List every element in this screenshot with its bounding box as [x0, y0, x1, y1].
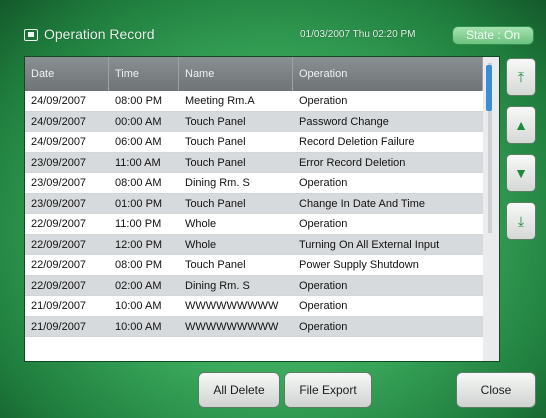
cell-name: Touch Panel — [185, 136, 246, 148]
state-badge[interactable]: State : On — [452, 26, 534, 45]
cell-date: 21/09/2007 — [31, 300, 87, 312]
cell-time: 10:00 AM — [115, 320, 162, 333]
cell-name: Dining Rm. S — [185, 177, 250, 189]
cell-name: Touch Panel — [185, 197, 246, 210]
datetime-display: 01/03/2007 Thu 02:20 PM — [300, 29, 416, 40]
cell-operation: Operation — [299, 95, 348, 107]
table-row[interactable]: 23/09/2007 01:00 PM Touch Panel Change In D… — [25, 193, 499, 214]
cell-date: 21/09/2007 — [31, 320, 87, 333]
cell-time: 08:00 PM — [115, 95, 163, 107]
cell-operation: Change In Date And Time — [299, 197, 425, 210]
cell-name: Touch Panel — [185, 259, 246, 271]
operation-record-screen: Operation Record 01/03/2007 Thu 02:20 PM… — [0, 0, 546, 418]
cell-time: 00:00 AM — [115, 115, 162, 128]
cell-name: Meeting Rm.A — [185, 95, 255, 107]
cell-date: 22/09/2007 — [31, 279, 87, 292]
table-scrollbar[interactable] — [483, 57, 499, 361]
file-export-button[interactable]: File Export — [284, 372, 372, 408]
cell-date: 24/09/2007 — [31, 95, 87, 107]
cell-operation: Operation — [299, 177, 348, 189]
cell-operation: Record Deletion Failure — [299, 136, 415, 148]
page-title: Operation Record — [44, 26, 155, 42]
cell-date: 23/09/2007 — [31, 156, 87, 169]
cell-operation: Operation — [299, 320, 348, 333]
column-header-time: Time — [109, 57, 179, 91]
table-row[interactable]: 24/09/2007 00:00 AM Touch Panel Password Ch… — [25, 111, 499, 132]
cell-time: 11:00 AM — [115, 156, 161, 169]
table-row[interactable]: 21/09/2007 10:00 AM WWWWWWWWW Operation — [25, 316, 499, 337]
cell-date: 22/09/2007 — [31, 259, 87, 271]
table-body: 24/09/2007 08:00 PM Meeting Rm.A Operation 2… — [25, 91, 499, 337]
cell-time: 12:00 PM — [115, 238, 163, 251]
cell-name: Touch Panel — [185, 115, 246, 128]
scroll-up-icon: ▲ — [514, 117, 528, 133]
screen-icon — [24, 29, 38, 41]
scrollbar-thumb[interactable] — [486, 65, 492, 111]
table-row[interactable]: 24/09/2007 06:00 AM Touch Panel Record Dele… — [25, 132, 499, 153]
cell-operation: Operation — [299, 218, 348, 230]
operation-record-table: Date Time Name Operation 24/09/2007 08:00… — [24, 56, 500, 362]
cell-time: 11:00 PM — [115, 218, 162, 230]
cell-date: 24/09/2007 — [31, 115, 87, 128]
cell-time: 10:00 AM — [115, 300, 162, 312]
scroll-down-button[interactable]: ▼ — [506, 154, 536, 192]
scroll-bottom-icon: ⤓ — [517, 213, 525, 229]
table-row[interactable]: 21/09/2007 10:00 AM WWWWWWWWW Operation — [25, 296, 499, 317]
cell-operation: Password Change — [299, 115, 389, 128]
cell-time: 08:00 PM — [115, 259, 163, 271]
cell-name: Whole — [185, 218, 217, 230]
scroll-down-icon: ▼ — [514, 165, 528, 181]
cell-date: 22/09/2007 — [31, 218, 87, 230]
scroll-bottom-button[interactable]: ⤓ — [506, 202, 536, 240]
cell-name: Dining Rm. S — [185, 279, 250, 292]
cell-name: Whole — [185, 238, 217, 251]
table-row[interactable]: 22/09/2007 02:00 AM Dining Rm. S Operation — [25, 275, 499, 296]
cell-operation: Error Record Deletion — [299, 156, 406, 169]
cell-name: WWWWWWWWW — [185, 320, 279, 333]
cell-operation: Turning On All External Input — [299, 238, 440, 251]
column-header-date: Date — [25, 57, 109, 91]
cell-time: 02:00 AM — [115, 279, 162, 292]
cell-operation: Operation — [299, 300, 348, 312]
table-row[interactable]: 22/09/2007 08:00 PM Touch Panel Power Suppl… — [25, 255, 499, 276]
table-header: Date Time Name Operation — [25, 57, 499, 91]
cell-name: Touch Panel — [185, 156, 246, 169]
table-row[interactable]: 22/09/2007 12:00 PM Whole Turning On All Ex… — [25, 234, 499, 255]
cell-time: 06:00 AM — [115, 136, 162, 148]
column-header-operation: Operation — [293, 57, 483, 91]
close-button[interactable]: Close — [456, 372, 536, 408]
cell-date: 22/09/2007 — [31, 238, 87, 251]
cell-operation: Operation — [299, 279, 348, 292]
column-header-name: Name — [179, 57, 293, 91]
table-row[interactable]: 23/09/2007 08:00 AM Dining Rm. S Operation — [25, 173, 499, 194]
cell-time: 01:00 PM — [115, 197, 163, 210]
cell-time: 08:00 AM — [115, 177, 162, 189]
table-row[interactable]: 24/09/2007 08:00 PM Meeting Rm.A Operation — [25, 91, 499, 112]
scroll-top-icon: ⤒ — [517, 69, 525, 85]
cell-name: WWWWWWWWW — [185, 300, 279, 312]
cell-date: 24/09/2007 — [31, 136, 87, 148]
scroll-up-button[interactable]: ▲ — [506, 106, 536, 144]
table-row[interactable]: 23/09/2007 11:00 AM Touch Panel Error Recor… — [25, 152, 499, 173]
scroll-top-button[interactable]: ⤒ — [506, 58, 536, 96]
cell-date: 23/09/2007 — [31, 197, 87, 210]
table-row[interactable]: 22/09/2007 11:00 PM Whole Operation — [25, 214, 499, 235]
cell-operation: Power Supply Shutdown — [299, 259, 419, 271]
cell-date: 23/09/2007 — [31, 177, 87, 189]
title-bar: Operation Record 01/03/2007 Thu 02:20 PM… — [24, 26, 534, 46]
all-delete-button[interactable]: All Delete — [198, 372, 280, 408]
